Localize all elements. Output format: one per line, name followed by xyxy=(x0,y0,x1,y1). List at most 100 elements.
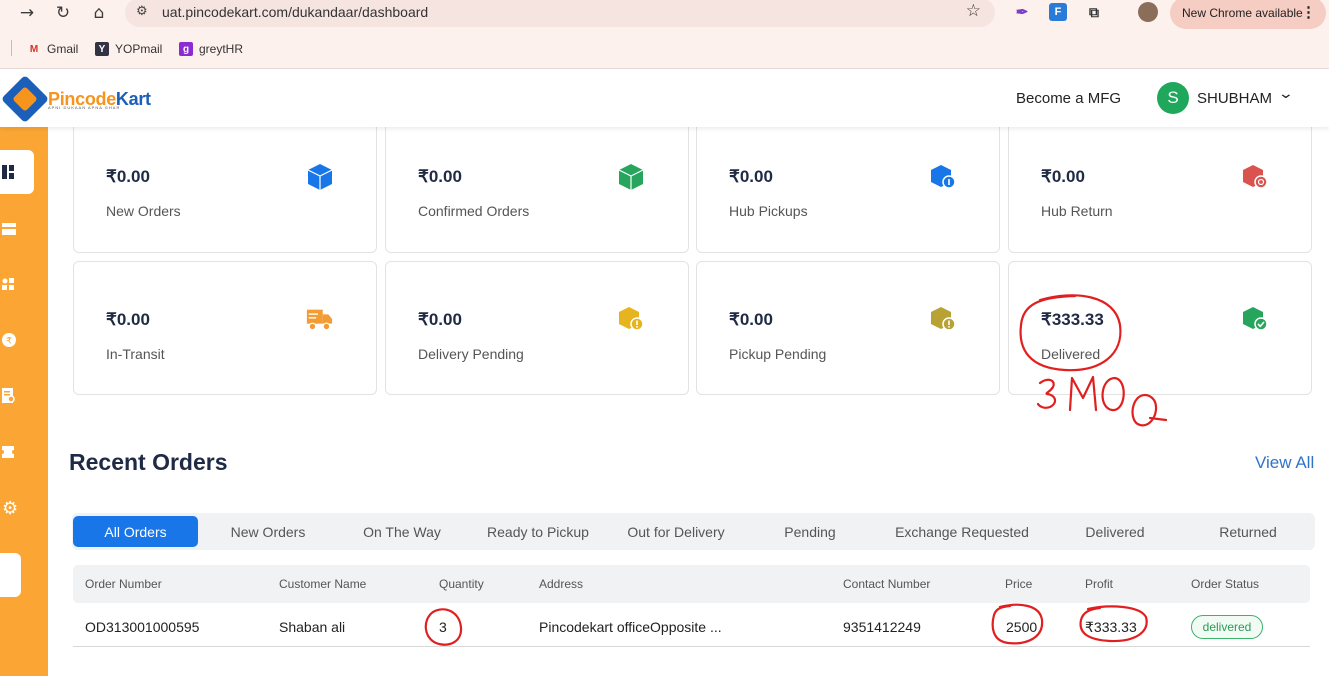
ticket-icon xyxy=(2,446,14,458)
extensions-puzzle-icon[interactable]: ⧉ xyxy=(1085,3,1103,21)
report-search-icon xyxy=(2,388,15,403)
stat-label: In-Transit xyxy=(106,346,165,362)
become-mfg-link[interactable]: Become a MFG xyxy=(1016,90,1121,107)
view-all-link[interactable]: View All xyxy=(1255,453,1314,473)
sidebar-language-toggle[interactable] xyxy=(0,553,21,597)
column-header[interactable]: Order Number xyxy=(85,577,162,591)
box-pending-icon xyxy=(929,305,957,333)
box-icon xyxy=(617,163,645,191)
tab-exchange-requested[interactable]: Exchange Requested xyxy=(882,516,1042,547)
sidebar-item-dashboard[interactable] xyxy=(0,150,34,194)
bookmark-gmail[interactable]: M Gmail xyxy=(27,42,79,56)
sidebar-item-payments[interactable]: ₹ xyxy=(0,325,34,355)
tab-out-for-delivery[interactable]: Out for Delivery xyxy=(612,516,740,547)
store-icon xyxy=(2,223,16,235)
feather-extension-icon[interactable]: ✒ xyxy=(1013,3,1031,21)
rupee-icon: ₹ xyxy=(2,333,16,347)
chrome-update-label: New Chrome available xyxy=(1182,6,1303,20)
box-return-icon xyxy=(1241,163,1269,191)
stat-amount: ₹0.00 xyxy=(729,310,773,329)
column-header[interactable]: Profit xyxy=(1085,577,1113,591)
stat-card-hub-pickups[interactable]: ₹0.00 Hub Pickups xyxy=(696,122,1000,253)
column-header[interactable]: Price xyxy=(1005,577,1032,591)
column-header[interactable]: Quantity xyxy=(439,577,484,591)
bookmark-yopmail[interactable]: Y YOPmail xyxy=(95,42,162,56)
gear-icon: ⚙ xyxy=(2,497,19,519)
tab-returned[interactable]: Returned xyxy=(1198,516,1298,547)
price: 2500 xyxy=(1006,619,1038,635)
column-header[interactable]: Order Status xyxy=(1191,577,1259,591)
truck-icon xyxy=(305,305,333,333)
box-check-icon xyxy=(1241,305,1269,333)
stat-card-in-transit[interactable]: ₹0.00 In-Transit xyxy=(73,261,377,395)
box-pending-icon xyxy=(617,305,645,333)
address: Pincodekart officeOpposite ... xyxy=(539,619,722,635)
tab-pending[interactable]: Pending xyxy=(760,516,860,547)
stat-label: Delivered xyxy=(1041,346,1101,362)
bookmark-label: YOPmail xyxy=(115,42,163,56)
fi-extension-icon[interactable]: F xyxy=(1049,3,1067,21)
chevron-down-icon[interactable]: ⌄ xyxy=(1278,86,1294,102)
bookmark-label: greytHR xyxy=(199,42,244,56)
stat-amount: ₹333.33 xyxy=(1041,310,1104,329)
bookmarks-bar: M Gmail Y YOPmail g greytHR xyxy=(0,36,1329,69)
site-info-icon[interactable]: ⚙ xyxy=(136,4,148,19)
address-bar[interactable]: ⚙ uat.pincodekart.com/dukandaar/dashboar… xyxy=(125,0,995,27)
status-badge: delivered xyxy=(1191,615,1263,639)
forward-icon[interactable]: → xyxy=(14,0,40,25)
order-tabs: All Orders New Orders On The Way Ready t… xyxy=(72,513,1315,550)
stat-label: Hub Return xyxy=(1041,203,1113,219)
sidebar-item-settings[interactable]: ⚙ xyxy=(0,493,34,523)
column-header[interactable]: Customer Name xyxy=(279,577,366,591)
tab-new-orders[interactable]: New Orders xyxy=(208,516,328,547)
table-row[interactable]: OD313001000595 Shaban ali 3 Pincodekart … xyxy=(73,605,1310,647)
reload-icon[interactable]: ↻ xyxy=(50,0,76,25)
pincodekart-logo[interactable]: PincodeKart xyxy=(0,74,151,124)
stat-amount: ₹0.00 xyxy=(729,167,773,186)
url-text: uat.pincodekart.com/dukandaar/dashboard xyxy=(162,4,429,20)
column-header[interactable]: Address xyxy=(539,577,583,591)
box-info-icon xyxy=(929,163,957,191)
stat-card-new-orders[interactable]: ₹0.00 New Orders xyxy=(73,122,377,253)
profit: ₹333.33 xyxy=(1085,619,1137,635)
user-name[interactable]: SHUBHAM xyxy=(1197,90,1272,107)
greythr-icon: g xyxy=(179,42,193,56)
stat-label: Pickup Pending xyxy=(729,346,827,362)
stat-amount: ₹0.00 xyxy=(418,310,462,329)
stat-card-delivery-pending[interactable]: ₹0.00 Delivery Pending xyxy=(385,261,689,395)
chrome-menu-icon[interactable]: ⋮ xyxy=(1301,3,1316,21)
stat-label: Hub Pickups xyxy=(729,203,808,219)
recent-orders-title: Recent Orders xyxy=(69,449,228,475)
stat-amount: ₹0.00 xyxy=(1041,167,1085,186)
chrome-update-button[interactable]: New Chrome available ⋮ xyxy=(1170,0,1326,29)
bookmark-greythr[interactable]: g greytHR xyxy=(179,42,243,56)
sidebar-item-store[interactable] xyxy=(0,213,34,243)
gmail-icon: M xyxy=(29,43,39,55)
stat-label: Delivery Pending xyxy=(418,346,524,362)
tab-on-the-way[interactable]: On The Way xyxy=(342,516,462,547)
tab-delivered[interactable]: Delivered xyxy=(1065,516,1165,547)
sidebar-item-products[interactable] xyxy=(0,269,34,299)
user-avatar[interactable]: S xyxy=(1157,82,1189,114)
sidebar-item-reports[interactable] xyxy=(0,381,34,411)
stat-card-confirmed-orders[interactable]: ₹0.00 Confirmed Orders xyxy=(385,122,689,253)
stat-card-pickup-pending[interactable]: ₹0.00 Pickup Pending xyxy=(696,261,1000,395)
stat-amount: ₹0.00 xyxy=(106,310,150,329)
dashboard-icon xyxy=(2,165,14,179)
home-icon[interactable]: ⌂ xyxy=(86,0,112,25)
chrome-profile-avatar[interactable] xyxy=(1138,2,1158,22)
sidebar: ₹ ⚙ xyxy=(0,127,48,676)
bookmark-star-icon[interactable]: ☆ xyxy=(966,1,981,21)
order-number[interactable]: OD313001000595 xyxy=(85,619,199,635)
yopmail-icon: Y xyxy=(95,42,109,56)
bookmarks-divider xyxy=(11,40,12,56)
tab-ready-to-pickup[interactable]: Ready to Pickup xyxy=(476,516,600,547)
stat-card-hub-return[interactable]: ₹0.00 Hub Return xyxy=(1008,122,1312,253)
grid-icon xyxy=(2,278,14,290)
svg-text:₹: ₹ xyxy=(6,337,12,347)
stat-card-delivered[interactable]: ₹333.33 Delivered xyxy=(1008,261,1312,395)
sidebar-item-coupons[interactable] xyxy=(0,437,34,467)
column-header[interactable]: Contact Number xyxy=(843,577,930,591)
tab-all-orders[interactable]: All Orders xyxy=(73,516,198,547)
contact-number: 9351412249 xyxy=(843,619,921,635)
